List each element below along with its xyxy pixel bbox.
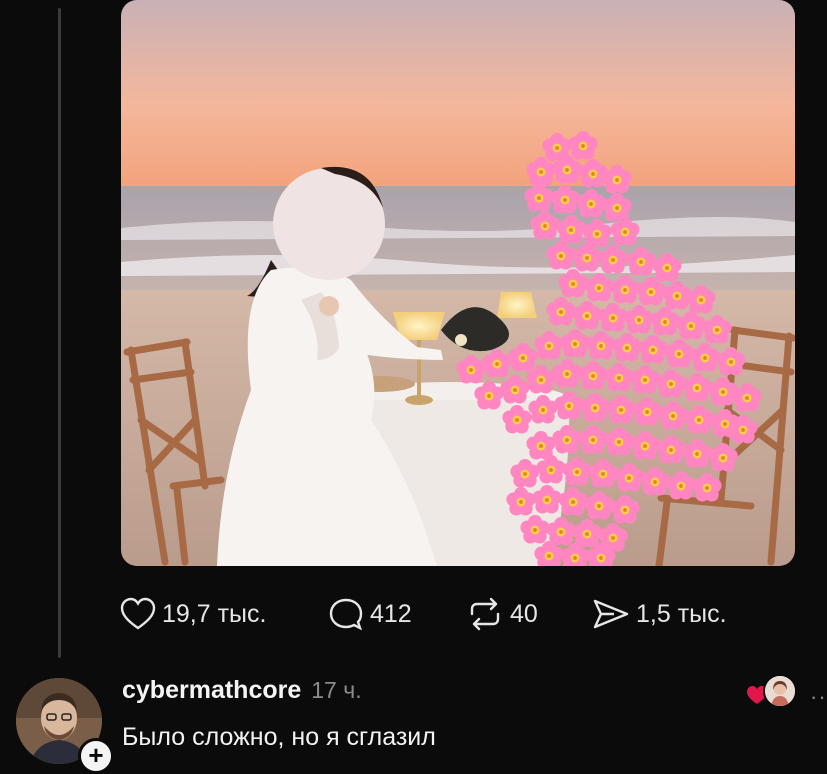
comment-icon xyxy=(329,598,363,631)
send-icon xyxy=(593,599,629,629)
repost-icon xyxy=(470,597,500,631)
reply-text: Было сложно, но я сглазил xyxy=(122,723,436,751)
username[interactable]: cybermathcore xyxy=(122,676,301,705)
repost-count: 40 xyxy=(510,599,538,628)
sky xyxy=(121,0,795,190)
reply: + cybermathcore 17 ч. Было сложно, но я … xyxy=(0,660,827,774)
repost-button[interactable]: 40 xyxy=(466,592,538,636)
more-options-button[interactable]: ·· xyxy=(810,684,827,710)
reply-header: cybermathcore 17 ч. xyxy=(122,676,362,705)
liker-avatar xyxy=(763,674,797,708)
follow-plus-button[interactable]: + xyxy=(78,738,114,774)
like-button[interactable]: 19,7 тыс. xyxy=(120,592,266,636)
share-button[interactable]: 1,5 тыс. xyxy=(592,592,727,636)
like-count: 19,7 тыс. xyxy=(162,599,267,628)
post-actions: 19,7 тыс. 412 40 1,5 тыс. xyxy=(120,592,780,636)
share-count: 1,5 тыс. xyxy=(636,599,727,628)
heart-icon xyxy=(120,597,156,630)
comment-button[interactable]: 412 xyxy=(328,592,412,636)
thread-line xyxy=(58,8,61,658)
post-image[interactable] xyxy=(121,0,795,566)
comment-count: 412 xyxy=(370,599,412,628)
sea xyxy=(121,186,795,296)
timestamp: 17 ч. xyxy=(311,677,362,703)
